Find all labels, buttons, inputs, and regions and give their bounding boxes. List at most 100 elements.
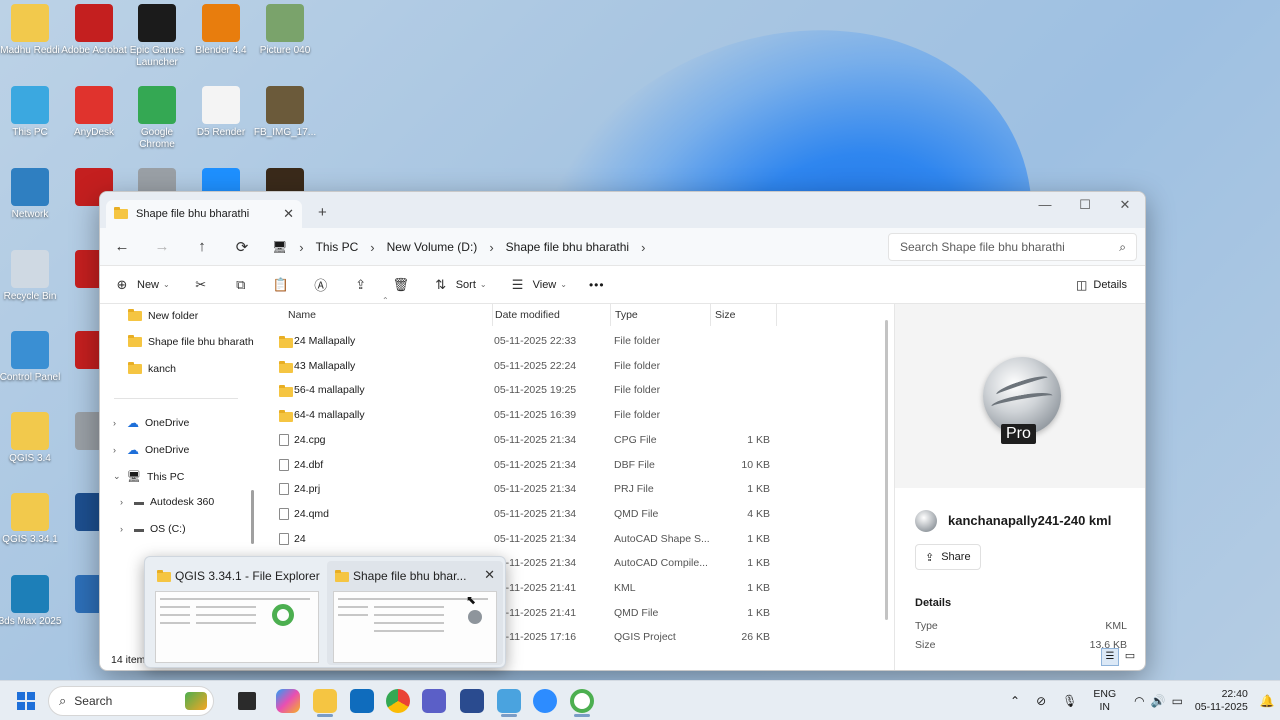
sidebar-item[interactable]: New folder (128, 309, 198, 322)
file-row[interactable]: 43 Mallapally 05-11-2025 22:24 File folder (278, 355, 778, 379)
microphone-icon[interactable]: 🎙 (1062, 694, 1077, 708)
details-button[interactable]: ◫ Details (1076, 278, 1127, 292)
search-input[interactable]: Search Shape file bhu bharathi ⌕ (888, 233, 1137, 261)
desktop-icon[interactable]: D5 Render (186, 86, 256, 139)
details-view-icon[interactable]: ☰ (1101, 648, 1119, 666)
share-button[interactable]: ⇪ Share (915, 544, 981, 570)
tab-shape-file[interactable]: Shape file bhu bharathi ✕ (106, 200, 302, 228)
delete-icon[interactable]: 🗑 (392, 277, 410, 293)
breadcrumb-this-pc[interactable]: This PC (316, 240, 359, 254)
file-list-scrollbar[interactable] (885, 320, 888, 620)
view-button[interactable]: ☰ View ⌄ (509, 277, 567, 293)
breadcrumb-current-folder[interactable]: Shape file bhu bharathi (506, 240, 629, 254)
column-divider[interactable] (776, 304, 777, 326)
column-divider[interactable] (710, 304, 711, 326)
sidebar-item[interactable]: ⌄ 🖥 This PC (113, 470, 184, 484)
close-icon[interactable]: ✕ (1105, 192, 1145, 220)
column-header-size[interactable]: Size (715, 309, 735, 321)
file-row[interactable]: 64-4 mallapally 05-11-2025 16:39 File fold… (278, 404, 778, 428)
rename-icon[interactable]: Ⓐ (312, 275, 330, 294)
desktop-icon[interactable]: Madhu Reddi (0, 4, 65, 57)
column-divider[interactable] (610, 304, 611, 326)
desktop-icon[interactable]: Google Chrome (122, 86, 192, 151)
file-explorer-icon[interactable] (313, 689, 337, 713)
maximize-icon[interactable]: ☐ (1065, 192, 1105, 220)
thumbnail-qgis-explorer[interactable]: QGIS 3.34.1 - File Explorer (149, 561, 325, 665)
chrome-icon[interactable] (386, 689, 410, 713)
sidebar-item[interactable]: › ☁ OneDrive (113, 416, 189, 430)
thumbnail-shape-file[interactable]: Shape file bhu bhar... ✕ (327, 561, 503, 665)
file-row[interactable]: 56-4 mallapally 05-11-2025 19:25 File fold… (278, 379, 778, 403)
notification-bell-icon[interactable]: 🔔 (1260, 694, 1275, 708)
paste-icon[interactable]: 📋 (272, 277, 290, 293)
chevron-right-icon[interactable]: › (120, 497, 134, 507)
share-icon[interactable]: ⇪ (352, 277, 370, 293)
thumbnail-close-icon[interactable]: ✕ (484, 567, 495, 583)
teams-icon[interactable] (422, 689, 446, 713)
new-tab-button[interactable]: + (318, 204, 327, 221)
column-header-date[interactable]: Date modified (495, 309, 560, 321)
file-row[interactable]: 24.prj 05-11-2025 21:34 PRJ File 1 KB (278, 478, 778, 502)
large-icons-view-icon[interactable]: ▭ (1121, 648, 1139, 666)
desktop-icon[interactable]: This PC (0, 86, 65, 139)
volume-icon[interactable]: 🔊 (1151, 694, 1166, 708)
desktop-icon[interactable]: Control Panel (0, 331, 65, 384)
chevron-right-icon[interactable]: › (120, 524, 134, 534)
desktop-icon[interactable]: QGIS 3.4 (0, 412, 65, 465)
task-view-icon[interactable] (238, 692, 256, 710)
file-row[interactable]: 24 05-11-2025 21:34 AutoCAD Shape S... 1 KB (278, 528, 778, 552)
chevron-right-icon[interactable]: › (113, 445, 127, 455)
desktop-icon[interactable]: Blender 4.4 (186, 4, 256, 57)
windows-start-icon[interactable] (17, 692, 35, 710)
tab-close-icon[interactable]: ✕ (283, 206, 294, 222)
file-row[interactable]: 24 Mallapally 05-11-2025 22:33 File folder (278, 330, 778, 354)
desktop-icon[interactable]: Epic Games Launcher (122, 4, 192, 69)
cut-icon[interactable]: ✂ (192, 277, 210, 293)
file-row[interactable]: 24.dbf 05-11-2025 21:34 DBF File 10 KB (278, 454, 778, 478)
autocad-taskbar-icon[interactable] (460, 689, 484, 713)
new-button[interactable]: ⊕ New ⌄ (113, 277, 170, 293)
sidebar-item[interactable]: Shape file bhu bharath (128, 335, 254, 348)
minimize-icon[interactable]: — (1025, 192, 1065, 220)
up-arrow-icon[interactable]: ↑ (182, 238, 222, 255)
forward-arrow-icon[interactable]: → (142, 238, 182, 255)
breadcrumb[interactable]: 🖥 › This PC › New Volume (D:) › Shape fi… (272, 233, 872, 261)
wifi-icon[interactable]: ◠ (1134, 694, 1144, 708)
copy-icon[interactable]: ⧉ (232, 277, 250, 293)
refresh-icon[interactable]: ⟳ (222, 238, 262, 256)
chevron-down-icon[interactable]: ⌄ (113, 471, 127, 482)
desktop-icon[interactable]: Recycle Bin (0, 250, 65, 303)
file-row[interactable]: 24.qmd 05-11-2025 21:34 QMD File 4 KB (278, 503, 778, 527)
sidebar-scrollbar[interactable] (251, 490, 254, 544)
battery-icon[interactable]: ▭ (1172, 694, 1183, 708)
sidebar-item[interactable]: › ▬ Autodesk 360 (120, 496, 214, 508)
desktop-icon[interactable]: Picture 040 (250, 4, 320, 57)
copilot-icon[interactable] (276, 689, 300, 713)
column-header-name[interactable]: Name (288, 309, 316, 321)
chevron-right-icon[interactable]: › (113, 418, 127, 428)
desktop-icon[interactable]: AnyDesk (59, 86, 129, 139)
desktop-icon[interactable]: FB_IMG_17... (250, 86, 320, 139)
outlook-icon[interactable] (350, 689, 374, 713)
file-row[interactable]: 24.cpg 05-11-2025 21:34 CPG File 1 KB (278, 429, 778, 453)
desktop-icon[interactable]: QGIS 3.34.1 (0, 493, 65, 546)
back-arrow-icon[interactable]: ← (102, 238, 142, 255)
desktop-icon[interactable]: Adobe Acrobat (59, 4, 129, 57)
sort-button[interactable]: ⇅ Sort ⌄ (432, 277, 486, 293)
desktop-icon[interactable]: Network (0, 168, 65, 221)
more-options-icon[interactable]: ••• (589, 278, 605, 292)
desktop-icon[interactable]: 3ds Max 2025 (0, 575, 65, 628)
language-indicator[interactable]: ENG IN (1093, 688, 1116, 714)
qgis-taskbar-icon[interactable] (570, 689, 594, 713)
zoom-icon[interactable] (533, 689, 557, 713)
taskbar-search-box[interactable]: ⌕ Search (48, 686, 214, 716)
breadcrumb-new-volume[interactable]: New Volume (D:) (387, 240, 478, 254)
snipping-tool-icon[interactable] (497, 689, 521, 713)
column-divider[interactable] (492, 304, 493, 326)
location-off-icon[interactable]: ⊘ (1036, 694, 1046, 708)
sidebar-item[interactable]: kanch (128, 362, 176, 375)
show-hidden-icons-icon[interactable]: ⌃ (1010, 694, 1020, 708)
clock[interactable]: 22:40 05-11-2025 (1195, 688, 1248, 714)
sidebar-item[interactable]: › ▬ OS (C:) (120, 523, 186, 535)
sidebar-item[interactable]: › ☁ OneDrive (113, 443, 189, 457)
